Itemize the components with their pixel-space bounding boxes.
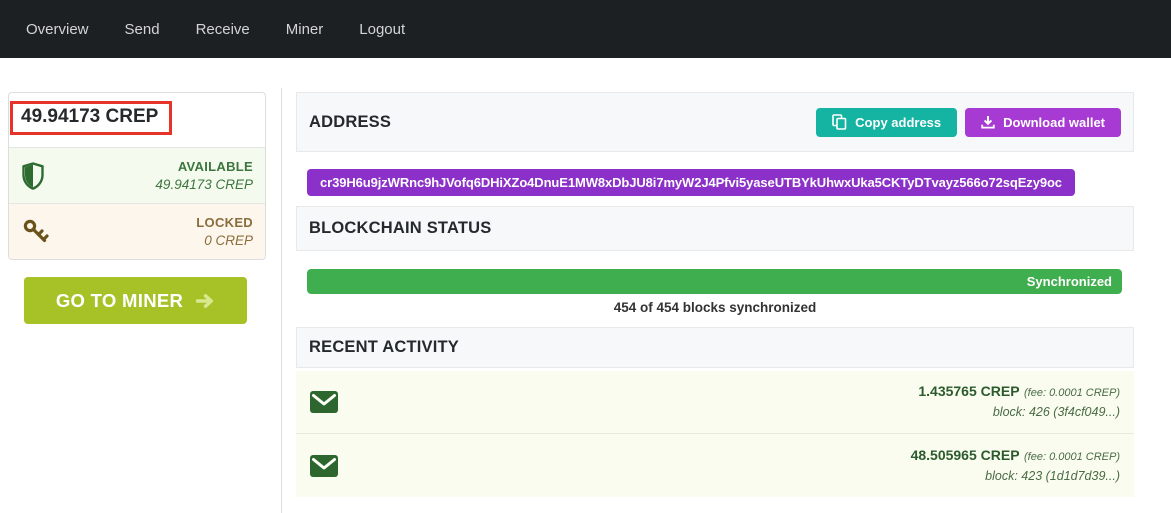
available-balance-row: AVAILABLE 49.94173 CREP bbox=[9, 147, 265, 203]
locked-label: LOCKED bbox=[196, 214, 253, 232]
copy-address-label: Copy address bbox=[855, 115, 941, 130]
activity-row-2[interactable]: 48.505965 CREP (fee: 0.0001 CREP) block:… bbox=[296, 434, 1134, 497]
activity-list: 1.435765 CREP (fee: 0.0001 CREP) block: … bbox=[296, 371, 1134, 497]
copy-address-button[interactable]: Copy address bbox=[816, 108, 957, 137]
sync-status-label: Synchronized bbox=[1027, 274, 1112, 289]
available-label: AVAILABLE bbox=[155, 158, 253, 176]
key-icon bbox=[21, 217, 51, 247]
locked-value: 0 CREP bbox=[196, 232, 253, 250]
envelope-icon bbox=[310, 391, 338, 413]
activity-amount-line: 48.505965 CREP (fee: 0.0001 CREP) bbox=[911, 446, 1120, 467]
locked-balance-text: LOCKED 0 CREP bbox=[196, 214, 253, 250]
nav-item-send[interactable]: Send bbox=[107, 21, 178, 38]
nav-item-overview[interactable]: Overview bbox=[8, 21, 107, 38]
activity-details: 1.435765 CREP (fee: 0.0001 CREP) block: … bbox=[918, 382, 1120, 422]
activity-block: block: 426 (3f4cf049...) bbox=[918, 403, 1120, 422]
envelope-icon bbox=[310, 455, 338, 477]
activity-section-header: RECENT ACTIVITY bbox=[296, 327, 1134, 368]
sync-progress-fill: Synchronized bbox=[307, 269, 1122, 294]
available-balance-text: AVAILABLE 49.94173 CREP bbox=[155, 158, 253, 194]
download-icon bbox=[981, 115, 995, 129]
activity-fee: (fee: 0.0001 CREP) bbox=[1024, 451, 1120, 463]
copy-icon bbox=[832, 114, 847, 130]
activity-amount: 48.505965 CREP bbox=[911, 447, 1020, 463]
go-to-miner-button[interactable]: GO TO MINER bbox=[24, 277, 247, 324]
activity-amount: 1.435765 CREP bbox=[918, 383, 1019, 399]
nav-item-miner[interactable]: Miner bbox=[268, 21, 342, 38]
activity-fee: (fee: 0.0001 CREP) bbox=[1024, 387, 1120, 399]
address-section-header: ADDRESS Copy address bbox=[296, 92, 1134, 152]
recent-activity-title: RECENT ACTIVITY bbox=[309, 338, 459, 357]
available-value: 49.94173 CREP bbox=[155, 176, 253, 194]
content-divider bbox=[281, 88, 282, 513]
locked-balance-row: LOCKED 0 CREP bbox=[9, 203, 265, 259]
top-nav: Overview Send Receive Miner Logout bbox=[0, 0, 1171, 58]
sync-progress-bar: Synchronized bbox=[307, 269, 1122, 294]
address-actions: Copy address Download wallet bbox=[816, 108, 1121, 137]
address-title: ADDRESS bbox=[309, 113, 391, 132]
shield-icon bbox=[21, 162, 45, 190]
go-to-miner-label: GO TO MINER bbox=[56, 290, 183, 312]
activity-row-1[interactable]: 1.435765 CREP (fee: 0.0001 CREP) block: … bbox=[296, 371, 1134, 434]
nav-item-receive[interactable]: Receive bbox=[178, 21, 268, 38]
activity-block: block: 423 (1d1d7d39...) bbox=[911, 467, 1120, 486]
balance-amount: 49.94173 CREP bbox=[21, 106, 158, 127]
nav-item-logout[interactable]: Logout bbox=[341, 21, 423, 38]
balance-highlight-box: 49.94173 CREP bbox=[10, 101, 172, 135]
blockchain-section-header: BLOCKCHAIN STATUS bbox=[296, 206, 1134, 251]
wallet-summary-card: 49.94173 CREP AVAILABLE 49.94173 CREP bbox=[8, 92, 266, 260]
blockchain-status-title: BLOCKCHAIN STATUS bbox=[309, 219, 491, 238]
download-wallet-button[interactable]: Download wallet bbox=[965, 108, 1121, 137]
arrow-right-icon bbox=[195, 293, 215, 309]
activity-details: 48.505965 CREP (fee: 0.0001 CREP) block:… bbox=[911, 446, 1120, 486]
wallet-address-badge[interactable]: cr39H6u9jzWRnc9hJVofq6DHiXZo4DnuE1MW8xDb… bbox=[307, 169, 1075, 196]
sync-caption: 454 of 454 blocks synchronized bbox=[296, 300, 1134, 315]
activity-amount-line: 1.435765 CREP (fee: 0.0001 CREP) bbox=[918, 382, 1120, 403]
balance-header: 49.94173 CREP bbox=[9, 93, 265, 147]
download-wallet-label: Download wallet bbox=[1003, 115, 1105, 130]
